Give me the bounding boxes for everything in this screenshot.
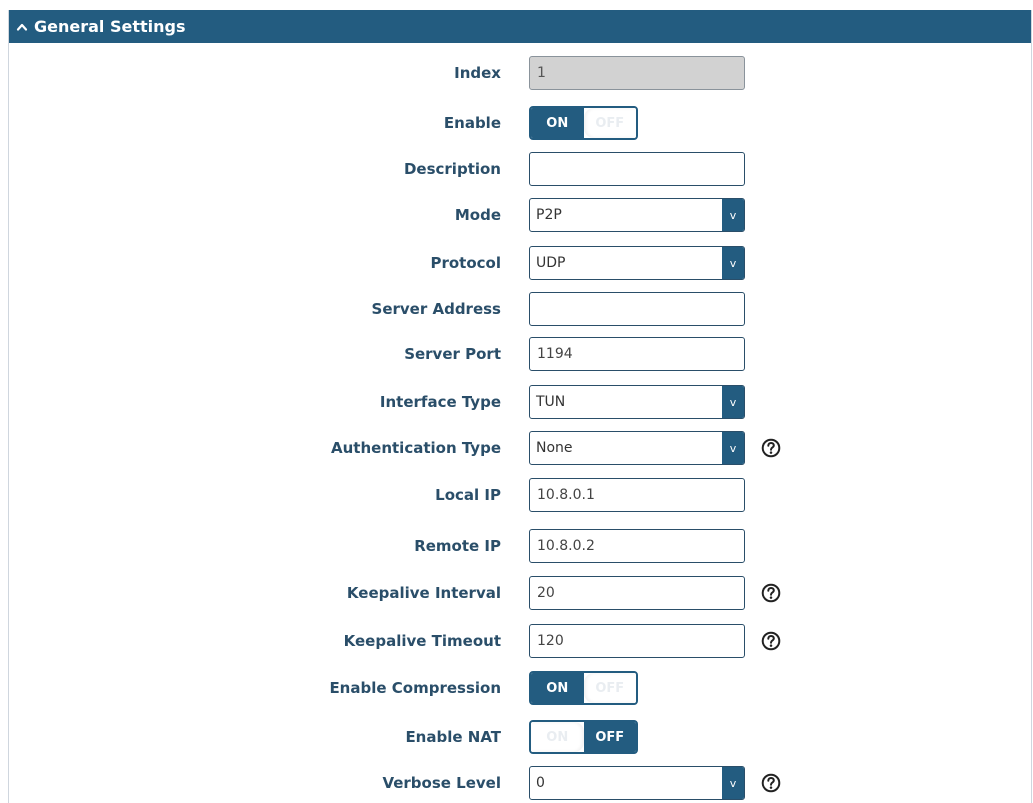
server-address-input[interactable] [529,292,745,326]
local-ip-input[interactable] [529,478,745,512]
remote-ip-label: Remote IP [414,537,501,555]
protocol-select-value: UDP [536,255,566,271]
enable-label: Enable [443,114,501,132]
chevron-down-icon[interactable]: v [722,386,744,418]
authentication-type-select[interactable]: None v [529,431,745,465]
interface-type-select[interactable]: TUN v [529,385,745,419]
index-label: Index [454,64,501,82]
server-address-label: Server Address [371,300,501,318]
panel-header[interactable]: General Settings [9,10,1031,43]
row-keepalive-timeout: Keepalive Timeout [9,624,1031,658]
row-enable-compression: Enable Compression ON OFF [9,671,1031,705]
row-verbose-level: Verbose Level 0 v [9,766,1031,800]
panel-title: General Settings [34,17,186,36]
enable-nat-toggle-off[interactable]: OFF [583,722,636,752]
row-enable-nat: Enable NAT ON OFF [9,720,1031,754]
chevron-down-icon[interactable]: v [722,247,744,279]
keepalive-timeout-label: Keepalive Timeout [343,632,501,650]
row-description: Description [9,152,1031,186]
keepalive-timeout-input[interactable] [529,624,745,658]
authentication-type-label: Authentication Type [331,439,501,457]
enable-nat-label: Enable NAT [405,728,501,746]
row-server-address: Server Address [9,292,1031,326]
chevron-down-icon[interactable]: v [722,432,744,464]
chevron-down-icon[interactable]: v [722,199,744,231]
mode-select-value: P2P [536,207,562,223]
help-icon[interactable] [761,631,781,651]
row-mode: Mode P2P v [9,198,1031,232]
chevron-up-icon[interactable] [16,21,28,33]
server-port-input[interactable] [529,337,745,371]
keepalive-interval-label: Keepalive Interval [346,584,501,602]
help-icon[interactable] [761,773,781,793]
protocol-label: Protocol [430,254,501,272]
description-input[interactable] [529,152,745,186]
description-label: Description [403,160,501,178]
enable-toggle-on[interactable]: ON [531,108,584,138]
help-icon[interactable] [761,438,781,458]
enable-compression-toggle[interactable]: ON OFF [529,671,638,705]
local-ip-label: Local IP [435,486,501,504]
enable-compression-label: Enable Compression [329,679,501,697]
enable-nat-toggle-on[interactable]: ON [531,722,584,752]
protocol-select[interactable]: UDP v [529,246,745,280]
row-keepalive-interval: Keepalive Interval [9,576,1031,610]
row-index: Index [9,56,1031,90]
row-authentication-type: Authentication Type None v [9,431,1031,465]
verbose-level-select-value: 0 [536,775,545,791]
interface-type-select-value: TUN [536,394,566,410]
row-remote-ip: Remote IP [9,529,1031,563]
enable-compression-toggle-off[interactable]: OFF [583,673,636,703]
row-local-ip: Local IP [9,478,1031,512]
enable-toggle[interactable]: ON OFF [529,106,638,140]
row-server-port: Server Port [9,337,1031,371]
interface-type-label: Interface Type [379,393,501,411]
server-port-label: Server Port [404,345,501,363]
verbose-level-select[interactable]: 0 v [529,766,745,800]
authentication-type-select-value: None [536,440,573,456]
verbose-level-label: Verbose Level [382,774,501,792]
enable-compression-toggle-on[interactable]: ON [531,673,584,703]
row-interface-type: Interface Type TUN v [9,385,1031,419]
keepalive-interval-input[interactable] [529,576,745,610]
enable-nat-toggle[interactable]: ON OFF [529,720,638,754]
general-settings-panel: General Settings Index Enable ON OFF Des… [8,10,1032,803]
row-enable: Enable ON OFF [9,106,1031,140]
enable-toggle-off[interactable]: OFF [583,108,636,138]
mode-label: Mode [454,206,501,224]
remote-ip-input[interactable] [529,529,745,563]
index-input [529,56,745,90]
row-protocol: Protocol UDP v [9,246,1031,280]
chevron-down-icon[interactable]: v [722,767,744,799]
help-icon[interactable] [761,583,781,603]
mode-select[interactable]: P2P v [529,198,745,232]
